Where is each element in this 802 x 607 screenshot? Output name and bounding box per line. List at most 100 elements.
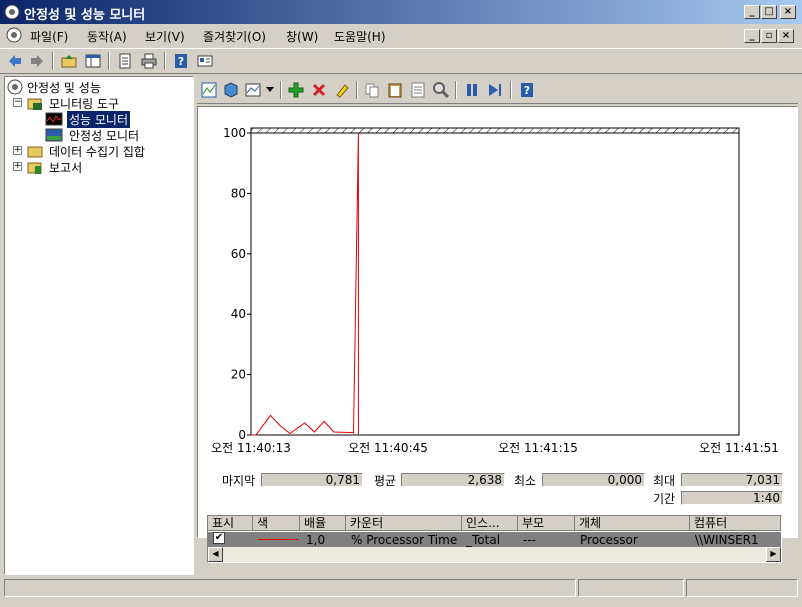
instance-cell: _Total: [466, 533, 501, 547]
paste-counter-list-button[interactable]: [384, 80, 406, 100]
column-header-computer[interactable]: 컴퓨터: [690, 516, 781, 531]
column-header-object[interactable]: 개체: [575, 516, 690, 531]
y-tick-label: 40: [231, 307, 246, 321]
column-header-color[interactable]: 색: [253, 516, 300, 531]
tree-root-label: 안정성 및 성능: [27, 81, 101, 95]
chevron-down-icon: [266, 87, 274, 92]
forward-button[interactable]: [26, 51, 48, 71]
main-toolbar: ?: [0, 48, 802, 74]
help-button[interactable]: ?: [170, 51, 192, 71]
average-label: 평균: [374, 474, 397, 488]
tree-item-label: 성능 모니터: [67, 111, 131, 128]
export-list-button[interactable]: [114, 51, 136, 71]
properties-button[interactable]: [407, 80, 429, 100]
tree-item-label: 보고서: [49, 161, 83, 175]
app-icon: [4, 4, 20, 20]
parent-cell: ---: [523, 533, 536, 547]
log-data-icon: [224, 82, 238, 98]
column-header-scale[interactable]: 배율: [300, 516, 346, 531]
last-value: 0,781: [261, 473, 363, 487]
view-log-data-button[interactable]: [220, 80, 242, 100]
mdi-minimize-button[interactable]: _: [744, 29, 760, 43]
y-tick-label: 60: [231, 247, 246, 261]
copy-properties-button[interactable]: [361, 80, 383, 100]
menu-bar: 파일(F) 동작(A) 보기(V) 즐겨찾기(O) 창(W) 도움말(H) _ …: [0, 24, 802, 46]
perf-monitor-icon: [45, 112, 63, 126]
computer-cell: \\WINSER1: [695, 533, 759, 547]
menu-action[interactable]: 동작(A): [87, 28, 127, 45]
menu-help[interactable]: 도움말(H): [334, 28, 386, 45]
print-button[interactable]: [138, 51, 160, 71]
mdi-restore-button[interactable]: ▫: [761, 29, 777, 43]
column-header-show[interactable]: 표시: [208, 516, 253, 531]
mdi-close-button[interactable]: ×: [778, 29, 794, 43]
graph-type-icon: [245, 83, 261, 97]
y-tick-label: 20: [231, 368, 246, 382]
collapse-toggle[interactable]: −: [13, 98, 22, 107]
average-value: 2,638: [401, 473, 505, 487]
column-header-instance[interactable]: 인스...: [462, 516, 518, 531]
performance-monitor-pane: ? 0 20 40 60 80 100 오전 11:40:13 오전 11:40:45 오전 1…: [197, 76, 798, 575]
zoom-button[interactable]: [430, 80, 452, 100]
maximize-button[interactable]: □: [761, 5, 777, 19]
properties-icon: [197, 55, 213, 67]
help-icon: ?: [521, 83, 533, 97]
highlight-button[interactable]: [331, 80, 353, 100]
show-checkbox[interactable]: ✔: [213, 532, 225, 544]
menu-favorites[interactable]: 즐겨찾기(O): [203, 28, 266, 45]
change-graph-type-button[interactable]: [242, 80, 264, 100]
svg-text:?: ?: [178, 55, 184, 68]
freeze-display-button[interactable]: [461, 80, 483, 100]
up-level-button[interactable]: [58, 51, 80, 71]
maximum-label: 최대: [653, 474, 676, 488]
expand-toggle[interactable]: +: [13, 146, 22, 155]
tree-item-label: 안정성 모니터: [69, 129, 140, 143]
horizontal-scrollbar[interactable]: ◀ ▶: [208, 547, 781, 562]
title-bar: 안정성 및 성능 모니터 _ □ ×: [0, 0, 802, 24]
plus-icon: [288, 82, 304, 98]
pause-icon: [467, 84, 477, 96]
menu-view[interactable]: 보기(V): [145, 28, 185, 45]
object-cell: Processor: [580, 533, 638, 547]
scale-cell: 1,0: [306, 533, 326, 547]
scroll-left-button[interactable]: ◀: [208, 547, 223, 562]
graph-help-button[interactable]: ?: [516, 80, 538, 100]
menu-file[interactable]: 파일(F): [30, 28, 68, 45]
close-button[interactable]: ×: [780, 5, 796, 19]
perf-root-icon: [7, 79, 23, 95]
show-hide-tree-button[interactable]: [82, 51, 104, 71]
column-header-parent[interactable]: 부모: [518, 516, 575, 531]
update-data-button[interactable]: [484, 80, 506, 100]
y-tick-label: 80: [231, 186, 246, 200]
back-button[interactable]: [4, 51, 26, 71]
system-menu-icon[interactable]: [6, 27, 22, 43]
reports-folder-icon: [27, 162, 42, 174]
graph-type-dropdown[interactable]: [264, 80, 276, 100]
column-header-counter[interactable]: 카운터: [346, 516, 462, 531]
back-arrow-icon: [9, 55, 21, 67]
status-panel-2: [578, 579, 684, 597]
properties-button[interactable]: [194, 51, 216, 71]
properties-icon: [411, 82, 425, 98]
chart-view-icon: [201, 82, 217, 98]
copy-icon: [365, 83, 379, 98]
menu-window[interactable]: 창(W): [286, 28, 318, 45]
folder-tools-icon: [27, 98, 42, 110]
add-counter-button[interactable]: [285, 80, 307, 100]
minimize-button[interactable]: _: [744, 5, 760, 19]
expand-toggle[interactable]: +: [13, 162, 22, 171]
y-tick-label: 0: [238, 428, 246, 442]
table-row[interactable]: ✔ 1,0 % Processor Time _Total --- Proces…: [208, 532, 781, 547]
status-panel-3: [686, 579, 798, 597]
scroll-right-button[interactable]: ▶: [766, 547, 781, 562]
y-tick-label: 100: [223, 126, 246, 140]
tree-item-label: 모니터링 도구: [49, 97, 120, 111]
delete-x-icon: [313, 84, 325, 96]
plot-area: [250, 132, 740, 436]
minimum-label: 최소: [514, 474, 537, 488]
delete-counter-button[interactable]: [308, 80, 330, 100]
console-tree: 안정성 및 성능 − 모니터링 도구 성능 모니터 안정성 모니터 + 데이터 …: [4, 76, 194, 575]
folder-icon: [27, 146, 43, 158]
view-current-activity-button[interactable]: [198, 80, 220, 100]
magnifier-icon: [433, 82, 449, 98]
